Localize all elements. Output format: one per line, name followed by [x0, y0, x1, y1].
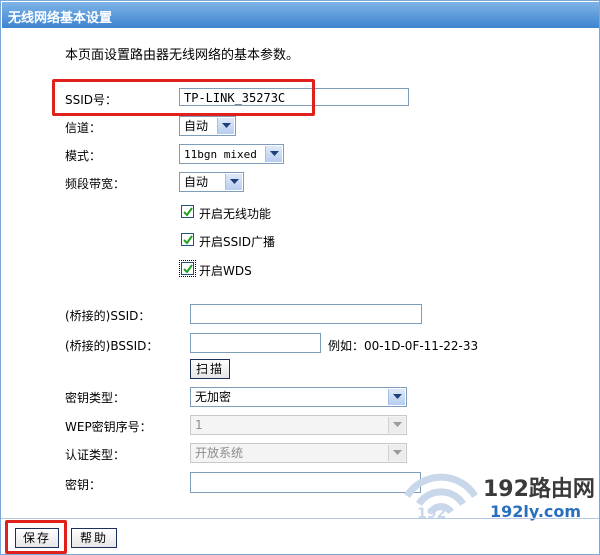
- wep-index-value: 1: [195, 418, 203, 432]
- key-label: 密钥：: [65, 478, 102, 492]
- watermark-brand: 192路由网: [483, 477, 595, 502]
- key-type-value: 无加密: [195, 390, 232, 404]
- bridged-bssid-label: (桥接的)BSSID：: [65, 339, 159, 353]
- chevron-down-icon[interactable]: [265, 146, 282, 162]
- chevron-down-icon[interactable]: [225, 174, 242, 190]
- checkmark-icon: [183, 264, 193, 274]
- wds-enable-label: 开启WDS: [199, 264, 252, 278]
- ssid-broadcast-checkbox[interactable]: [181, 233, 194, 246]
- chevron-down-icon: [388, 417, 405, 433]
- help-button[interactable]: 帮助: [71, 528, 117, 548]
- ssid-highlight-box: [52, 79, 315, 116]
- mode-label: 模式：: [65, 149, 102, 163]
- channel-label: 信道：: [65, 121, 102, 135]
- bridged-bssid-input[interactable]: [190, 333, 321, 353]
- mode-value: 11bgn mixed: [184, 148, 257, 161]
- scan-button[interactable]: 扫描: [190, 359, 230, 379]
- auth-type-select: 开放系统: [190, 443, 407, 463]
- channel-select[interactable]: 自动: [179, 116, 236, 136]
- auth-type-label: 认证类型：: [65, 448, 126, 462]
- ssid-broadcast-label: 开启SSID广播: [199, 235, 276, 249]
- chevron-down-icon[interactable]: [388, 389, 405, 405]
- wireless-enable-checkbox[interactable]: [181, 205, 194, 218]
- bssid-example: 例如：00-1D-0F-11-22-33: [328, 339, 479, 353]
- watermark-number: 192: [417, 506, 447, 522]
- settings-window: 无线网络基本设置 本页面设置路由器无线网络的基本参数。 SSID号： TP-LI…: [0, 0, 600, 555]
- channel-value: 自动: [184, 119, 209, 133]
- wds-enable-checkbox[interactable]: [179, 260, 196, 277]
- save-highlight-box: [5, 520, 67, 554]
- bridged-ssid-input[interactable]: [190, 304, 422, 324]
- key-type-label: 密钥类型：: [65, 391, 126, 405]
- chevron-down-icon[interactable]: [217, 118, 234, 134]
- footer-divider: [1, 518, 599, 519]
- title-bar: 无线网络基本设置: [2, 2, 599, 28]
- bridged-ssid-label: (桥接的)SSID：: [65, 309, 151, 323]
- mode-select[interactable]: 11bgn mixed: [179, 144, 284, 164]
- bandwidth-label: 频段带宽：: [65, 177, 126, 191]
- page-description: 本页面设置路由器无线网络的基本参数。: [65, 48, 300, 63]
- wireless-enable-label: 开启无线功能: [199, 207, 272, 221]
- auth-type-value: 开放系统: [195, 446, 244, 460]
- key-input[interactable]: [190, 472, 421, 493]
- checkmark-icon: [183, 235, 193, 245]
- window-title: 无线网络基本设置: [8, 11, 113, 26]
- wep-index-select: 1: [190, 415, 407, 435]
- checkmark-icon: [183, 207, 193, 217]
- bandwidth-value: 自动: [184, 175, 209, 189]
- wep-index-label: WEP密钥序号：: [65, 420, 152, 434]
- key-type-select[interactable]: 无加密: [190, 387, 407, 407]
- bandwidth-select[interactable]: 自动: [179, 172, 244, 192]
